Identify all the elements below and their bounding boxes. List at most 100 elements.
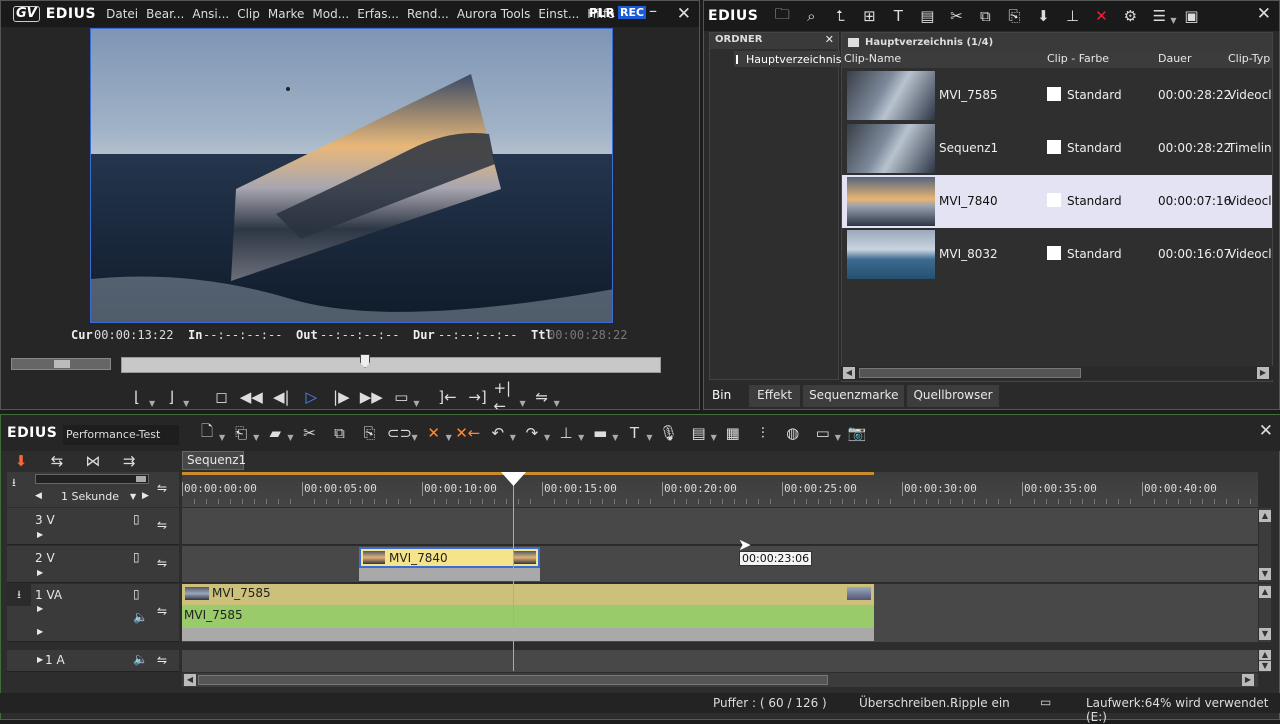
mid-tracks-scrollbar[interactable]: ▲ ▼ <box>1259 584 1271 642</box>
lower-tracks-scrollbar[interactable]: ▲ ▼ <box>1259 650 1271 672</box>
column-clip-color[interactable]: Clip - Farbe <box>1047 52 1109 65</box>
dropdown-arrow-icon[interactable]: ▼ <box>519 399 525 411</box>
zoom-dropdown-icon[interactable]: ▼ <box>130 492 136 501</box>
paste-icon[interactable]: ⎘ <box>355 421 383 445</box>
expand-arrow-icon[interactable]: ▶ <box>37 655 43 664</box>
menu-einstellungen[interactable]: Einst... <box>534 7 583 21</box>
dropdown-arrow-icon[interactable]: ▼ <box>183 399 189 411</box>
text-icon[interactable]: T <box>884 4 912 28</box>
overwrite-icon[interactable]: ⊥ <box>1058 4 1086 28</box>
menu-marke[interactable]: Marke <box>264 7 309 21</box>
dropdown-arrow-icon[interactable]: ▼ <box>253 433 259 445</box>
clip-color-swatch[interactable] <box>1047 246 1061 260</box>
audio-mixer-icon[interactable]: ⫶ <box>749 421 777 445</box>
jog-slider[interactable] <box>11 358 111 370</box>
stop-icon[interactable]: ◻ <box>207 385 235 409</box>
track-patch-icon[interactable]: ⇋ <box>157 556 167 570</box>
open-project-icon[interactable]: ⎗ <box>227 421 255 445</box>
overwrite-to-timeline-icon[interactable]: →] <box>463 385 491 409</box>
dropdown-arrow-icon[interactable]: ▼ <box>219 433 225 445</box>
fast-forward-icon[interactable]: ▶▶ <box>357 385 385 409</box>
properties-icon[interactable]: ⚙ <box>1116 4 1144 28</box>
up-folder-icon[interactable]: ⮤ <box>826 4 854 28</box>
insert-mode-icon[interactable]: ⬇ <box>7 449 35 473</box>
loop-play-icon[interactable]: ▭ <box>387 385 415 409</box>
transition-icon[interactable]: ▬ <box>586 421 614 445</box>
scroll-down-icon[interactable]: ▼ <box>1259 628 1271 640</box>
menu-bearbeiten[interactable]: Bear... <box>142 7 188 21</box>
tab-sequenzmarke[interactable]: Sequenzmarke <box>803 385 905 407</box>
play-icon[interactable]: ▷ <box>297 385 325 409</box>
bin-close-icon[interactable]: ✕ <box>1257 4 1271 24</box>
dropdown-arrow-icon[interactable]: ▼ <box>554 399 560 411</box>
cut-icon[interactable]: ✂ <box>942 4 970 28</box>
copy-icon[interactable]: ⧉ <box>325 421 353 445</box>
timeline-close-icon[interactable]: ✕ <box>1259 421 1273 441</box>
zoom-left-icon[interactable]: ◀ <box>35 491 42 501</box>
group-mode-icon[interactable]: ⋈ <box>79 449 107 473</box>
sequence-settings-icon[interactable]: ▦ <box>719 421 747 445</box>
dropdown-arrow-icon[interactable]: ▼ <box>612 433 618 445</box>
track-patch-icon[interactable]: ⇋ <box>157 518 167 532</box>
track-lane-2v[interactable]: MVI_7840 00:00:23:06 ➤ <box>182 535 1258 583</box>
scroll-left-icon[interactable]: ◀ <box>184 674 196 686</box>
status-ripple[interactable]: Ripple ein <box>950 696 1010 710</box>
menu-clip[interactable]: Clip <box>233 7 264 21</box>
scroll-right-icon[interactable]: ▶ <box>1242 674 1254 686</box>
audio-mute-icon[interactable]: 🔈 <box>133 652 148 666</box>
color-wheel-icon[interactable]: ◍ <box>779 421 807 445</box>
dropdown-arrow-icon[interactable]: ▼ <box>149 399 155 411</box>
status-monitor-icon[interactable]: ▭ <box>1040 695 1051 709</box>
dropdown-arrow-icon[interactable]: ▼ <box>544 433 550 445</box>
search-icon[interactable]: ⌕ <box>797 4 825 28</box>
redo-icon[interactable]: ↷ <box>518 421 546 445</box>
copy-icon[interactable]: ⧉ <box>971 4 999 28</box>
clip-row[interactable]: MVI_8032 Standard 00:00:16:07Videoclip <box>842 228 1272 281</box>
clip-row[interactable]: Sequenz1 Standard 00:00:28:22Timeline-S <box>842 122 1272 175</box>
render-icon[interactable]: ▤ <box>685 421 713 445</box>
expand-arrow-icon[interactable]: ▶ <box>37 627 43 636</box>
snapshot-icon[interactable]: 📷 <box>843 421 871 445</box>
tab-effekt[interactable]: Effekt <box>749 385 801 407</box>
scroll-thumb[interactable] <box>198 675 828 685</box>
menu-aurora-tools[interactable]: Aurora Tools <box>453 7 535 21</box>
title-icon[interactable]: T <box>620 421 648 445</box>
briefcase-icon[interactable]: ▣ <box>1178 4 1206 28</box>
track-lane-1va[interactable]: MVI_7585 MVI_7585 <box>182 584 1258 642</box>
clip-color-swatch[interactable] <box>1047 193 1061 207</box>
track-lane-3v[interactable] <box>182 508 1258 545</box>
plr-label[interactable]: PLR <box>589 6 615 20</box>
dropdown-arrow-icon[interactable]: ▼ <box>711 433 717 445</box>
view-mode-icon[interactable]: ☰ <box>1145 4 1173 28</box>
scroll-down-icon[interactable]: ▼ <box>1259 661 1271 671</box>
track-select-icon[interactable]: ⭳ <box>7 584 31 606</box>
color-bars-icon[interactable]: ▤ <box>913 4 941 28</box>
clip-mvi-7585-audio[interactable]: MVI_7585 <box>182 605 874 628</box>
safe-area-icon[interactable]: ▭ <box>809 421 837 445</box>
scroll-left-icon[interactable]: ◀ <box>843 367 855 379</box>
scroll-thumb[interactable] <box>859 368 1081 378</box>
column-duration[interactable]: Dauer <box>1158 52 1191 65</box>
dropdown-arrow-icon[interactable]: ▼ <box>510 433 516 445</box>
ripple-delete-icon[interactable]: ✕← <box>454 421 482 445</box>
upper-tracks-scrollbar[interactable]: ▲ ▼ <box>1259 508 1271 582</box>
cut-icon[interactable]: ✂ <box>295 421 323 445</box>
zoom-handle[interactable] <box>136 476 146 482</box>
scroll-up-icon[interactable]: ▲ <box>1259 586 1271 598</box>
timeline-cursor[interactable] <box>513 475 514 671</box>
ripple-mode-icon[interactable]: ⇉ <box>115 449 143 473</box>
rewind-icon[interactable]: ◀◀ <box>237 385 265 409</box>
folder-icon[interactable]: 🗀 <box>768 4 796 28</box>
dropdown-arrow-icon[interactable]: ▼ <box>287 433 293 445</box>
jog-handle[interactable] <box>54 360 70 368</box>
close-icon[interactable]: ✕ <box>677 4 691 24</box>
position-bar[interactable] <box>121 354 661 373</box>
column-clip-name[interactable]: Clip-Name <box>844 52 901 65</box>
timeline-h-scrollbar[interactable]: ◀ ▶ <box>182 673 1258 687</box>
audio-mute-icon[interactable]: 🔈 <box>133 610 148 624</box>
trim-icon[interactable]: +|← <box>493 379 521 415</box>
zoom-right-icon[interactable]: ▶ <box>142 491 149 501</box>
video-mute-icon[interactable]: ▯ <box>133 587 140 601</box>
folder-close-icon[interactable]: ✕ <box>825 33 834 46</box>
position-indicator[interactable] <box>360 354 370 368</box>
